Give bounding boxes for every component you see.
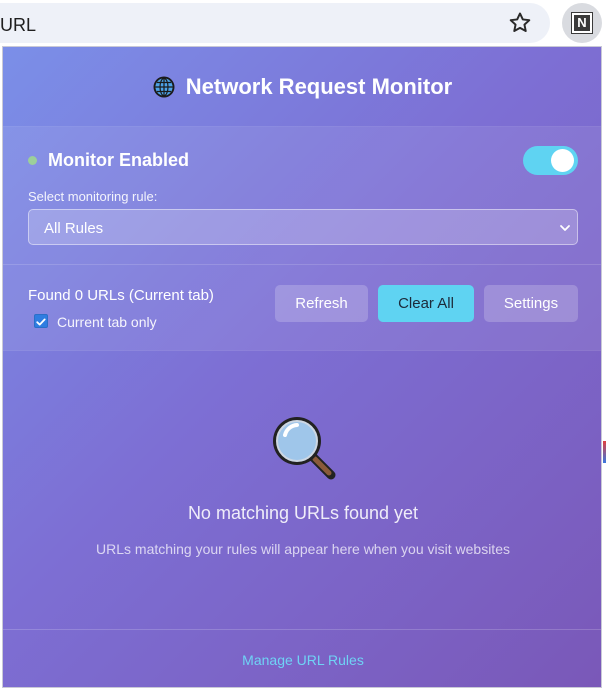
rule-select-value: All Rules [44, 220, 104, 237]
globe-icon [153, 76, 175, 97]
settings-button[interactable]: Settings [484, 285, 578, 322]
popup-title: Network Request Monitor [185, 73, 453, 99]
found-count: Found 0 URLs (Current tab) [28, 287, 214, 304]
check-icon [36, 318, 46, 326]
monitor-controls: Monitor Enabled Select monitoring rule: … [3, 127, 601, 265]
extension-icon: N [571, 12, 593, 34]
results-bar: Found 0 URLs (Current tab) Current tab o… [3, 265, 601, 351]
popup-footer: Manage URL Rules [3, 629, 601, 687]
extension-button[interactable]: N [562, 3, 602, 43]
manage-rules-link[interactable]: Manage URL Rules [242, 652, 364, 668]
monitor-toggle[interactable] [523, 146, 578, 175]
popup-header: Network Request Monitor [3, 47, 601, 127]
clear-all-button[interactable]: Clear All [378, 285, 474, 322]
current-tab-checkbox[interactable] [34, 314, 48, 328]
current-tab-label: Current tab only [57, 314, 157, 330]
address-bar[interactable]: URL [0, 3, 550, 43]
star-icon[interactable] [507, 10, 533, 36]
empty-state: No matching URLs found yet URLs matching… [3, 351, 601, 628]
address-text[interactable]: URL [0, 15, 36, 36]
monitor-label: Monitor Enabled [48, 150, 189, 170]
status-dot [28, 156, 37, 165]
browser-toolbar: URL N [0, 0, 606, 46]
chevron-down-icon [560, 225, 570, 231]
magnifier-icon [273, 417, 336, 480]
empty-title: No matching URLs found yet [187, 503, 419, 523]
refresh-button[interactable]: Refresh [275, 285, 368, 322]
empty-subtitle: URLs matching your rules will appear her… [96, 541, 510, 557]
toggle-knob [551, 149, 574, 172]
rule-select-label: Select monitoring rule: [28, 189, 158, 204]
extension-popup: Network Request Monitor Monitor Enabled … [2, 46, 602, 688]
rule-select[interactable]: All Rules [28, 209, 578, 245]
